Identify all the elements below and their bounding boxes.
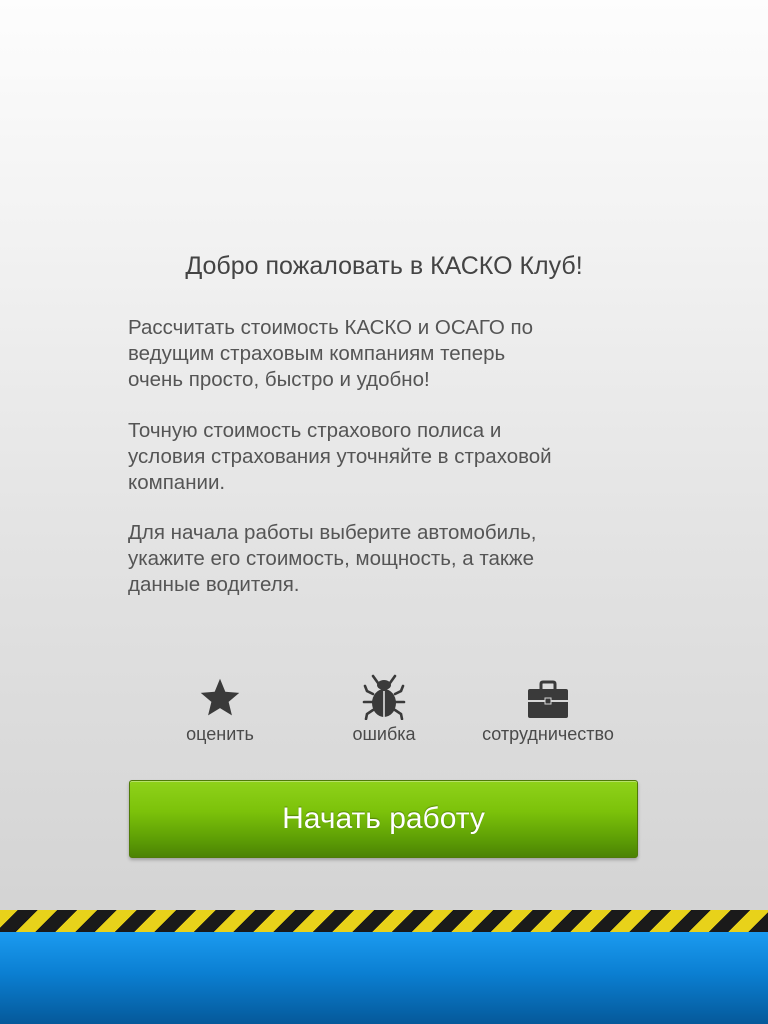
star-icon [198,672,242,720]
rate-label: оценить [186,724,254,744]
start-work-button[interactable]: Начать работу [129,780,638,858]
rate-button[interactable]: оценить [135,672,305,752]
report-bug-label: ошибка [352,724,416,744]
policy-note-paragraph: Точную стоимость страхового полиса и усл… [128,419,552,494]
getting-started-paragraph: Для начала работы выберите автомобиль, у… [128,521,537,596]
bug-icon [362,672,406,720]
report-bug-button[interactable]: ошибка [299,672,469,752]
intro-paragraph: Рассчитать стоимость КАСКО и ОСАГО по ве… [128,316,533,391]
hazard-stripe [0,910,768,932]
cooperation-button[interactable]: сотрудничество [463,672,633,752]
welcome-title: Добро пожаловать в КАСКО Клуб! [185,252,583,280]
briefcase-icon [526,672,570,720]
cooperation-label: сотрудничество [482,724,614,744]
bottom-bar [0,932,768,1024]
